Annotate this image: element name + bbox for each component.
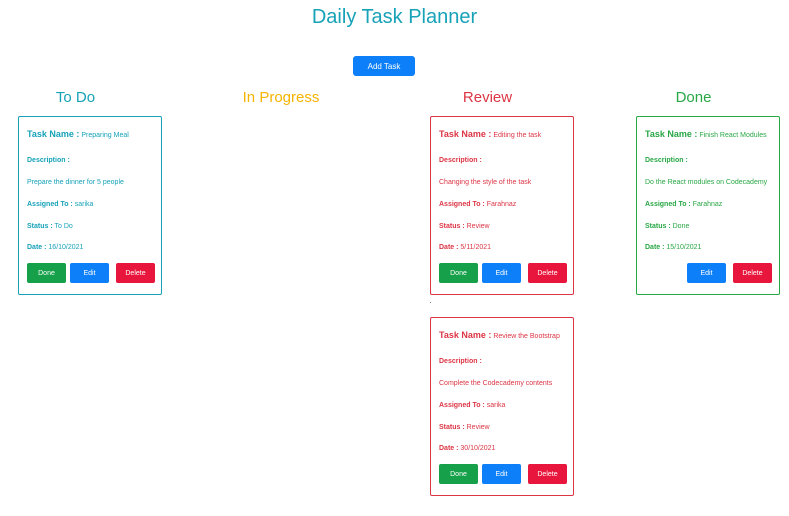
date-row: Date : 30/10/2021 <box>439 445 495 452</box>
date-label: Date : <box>645 244 665 251</box>
description-value-row: Do the React modules on Codecademy <box>645 179 767 186</box>
status-label: Status : <box>27 223 53 230</box>
add-task-button[interactable]: Add Task <box>353 56 415 76</box>
status-row: Status : Review <box>439 223 490 230</box>
delete-button[interactable]: Delete <box>528 464 567 484</box>
status-label: Status : <box>439 424 465 431</box>
task-name-row: Task Name : Editing the task <box>439 129 541 139</box>
task-planner-app: Daily Task Planner Add Task To Do In Pro… <box>0 0 789 516</box>
date-value: 16/10/2021 <box>48 244 84 251</box>
description-value: Prepare the dinner for 5 people <box>27 179 124 186</box>
delete-button[interactable]: Delete <box>116 263 155 283</box>
assigned-row: Assigned To : Farahnaz <box>439 201 516 208</box>
task-name-value: Review the Bootstrap <box>493 333 560 340</box>
status-label: Status : <box>439 223 465 230</box>
description-value: Complete the Codecademy contents <box>439 380 553 387</box>
task-name-value: Preparing Meal <box>81 132 129 139</box>
status-value: Review <box>466 223 490 230</box>
description-value-row: Changing the style of the task <box>439 179 531 186</box>
date-label: Date : <box>439 445 459 452</box>
description-label: Description : <box>439 157 482 164</box>
date-label: Date : <box>27 244 47 251</box>
status-row: Status : Review <box>439 424 490 431</box>
assigned-row: Assigned To : Farahnaz <box>645 201 722 208</box>
column-title-in-progress: In Progress <box>242 89 320 106</box>
assigned-label: Assigned To : <box>439 201 485 208</box>
task-name-value: Editing the task <box>493 132 542 139</box>
task-name-label: Task Name : <box>27 129 80 139</box>
task-name-row: Task Name : Review the Bootstrap <box>439 330 560 340</box>
status-value: Done <box>672 223 690 230</box>
status-row: Status : To Do <box>27 223 73 230</box>
status-row: Status : Done <box>645 223 689 230</box>
date-value: 30/10/2021 <box>460 445 496 452</box>
edit-button[interactable]: Edit <box>482 464 521 484</box>
column-title-done: Done <box>675 89 712 106</box>
description-label: Description : <box>439 358 482 365</box>
task-card-review: Task Name : Editing the task Description… <box>430 116 574 295</box>
done-button[interactable]: Done <box>439 263 478 283</box>
done-button[interactable]: Done <box>439 464 478 484</box>
status-value: To Do <box>54 223 73 230</box>
task-name-row: Task Name : Preparing Meal <box>27 129 129 139</box>
task-name-label: Task Name : <box>439 330 492 340</box>
description-label: Description : <box>27 157 70 164</box>
assigned-value: sarika <box>486 402 506 409</box>
task-name-row: Task Name : Finish React Modules <box>645 129 767 139</box>
delete-button[interactable]: Delete <box>733 263 772 283</box>
edit-button[interactable]: Edit <box>687 263 726 283</box>
divider-dot <box>430 302 431 303</box>
assigned-value: Farahnaz <box>692 201 723 208</box>
assigned-value: sarika <box>74 201 94 208</box>
assigned-row: Assigned To : sarika <box>27 201 93 208</box>
status-value: Review <box>466 424 490 431</box>
description-label: Description : <box>645 157 688 164</box>
assigned-label: Assigned To : <box>439 402 485 409</box>
page-title: Daily Task Planner <box>311 6 478 28</box>
description-label-row: Description : <box>439 157 482 164</box>
task-name-value: Finish React Modules <box>699 132 767 139</box>
date-row: Date : 5/11/2021 <box>439 244 491 251</box>
task-card-todo: Task Name : Preparing Meal Description :… <box>18 116 162 295</box>
assigned-value: Farahnaz <box>486 201 517 208</box>
date-row: Date : 15/10/2021 <box>645 244 701 251</box>
date-label: Date : <box>439 244 459 251</box>
description-label-row: Description : <box>27 157 70 164</box>
assigned-label: Assigned To : <box>27 201 73 208</box>
date-value: 5/11/2021 <box>460 244 492 251</box>
task-card-review: Task Name : Review the Bootstrap Descrip… <box>430 317 574 496</box>
date-row: Date : 16/10/2021 <box>27 244 83 251</box>
column-title-todo: To Do <box>55 89 96 106</box>
column-title-review: Review <box>462 89 513 106</box>
edit-button[interactable]: Edit <box>70 263 109 283</box>
edit-button[interactable]: Edit <box>482 263 521 283</box>
status-label: Status : <box>645 223 671 230</box>
date-value: 15/10/2021 <box>666 244 702 251</box>
delete-button[interactable]: Delete <box>528 263 567 283</box>
description-value: Do the React modules on Codecademy <box>645 179 768 186</box>
description-value-row: Complete the Codecademy contents <box>439 380 552 387</box>
assigned-label: Assigned To : <box>645 201 691 208</box>
description-label-row: Description : <box>439 358 482 365</box>
done-button[interactable]: Done <box>27 263 66 283</box>
assigned-row: Assigned To : sarika <box>439 402 505 409</box>
description-value: Changing the style of the task <box>439 179 532 186</box>
task-name-label: Task Name : <box>439 129 492 139</box>
description-label-row: Description : <box>645 157 688 164</box>
task-name-label: Task Name : <box>645 129 698 139</box>
task-card-done: Task Name : Finish React Modules Descrip… <box>636 116 780 295</box>
description-value-row: Prepare the dinner for 5 people <box>27 179 124 186</box>
